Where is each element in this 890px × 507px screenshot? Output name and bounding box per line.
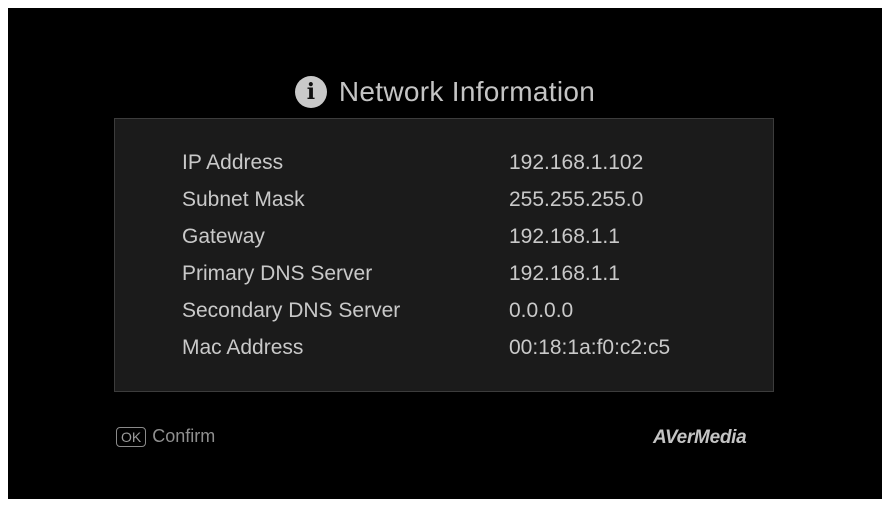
info-label: Mac Address: [182, 336, 304, 359]
confirm-label: Confirm: [152, 426, 216, 446]
confirm-button[interactable]: OK Confirm: [116, 426, 215, 447]
network-info-panel: IP Address 192.168.1.102 Subnet Mask 255…: [114, 118, 774, 392]
dialog-title: i Network Information: [8, 76, 882, 108]
info-row-primary-dns: Primary DNS Server 192.168.1.1: [115, 255, 773, 292]
info-value: 192.168.1.1: [509, 262, 620, 285]
info-value: 192.168.1.102: [509, 151, 644, 174]
info-row-secondary-dns: Secondary DNS Server 0.0.0.0: [115, 292, 773, 329]
info-row-gateway: Gateway 192.168.1.1: [115, 218, 773, 255]
brand-logo: AVerMedia: [653, 427, 747, 448]
info-value: 192.168.1.1: [509, 225, 620, 248]
info-label: IP Address: [182, 151, 284, 174]
info-label: Primary DNS Server: [182, 262, 373, 285]
info-label: Gateway: [182, 225, 265, 248]
info-row-subnet-mask: Subnet Mask 255.255.255.0: [115, 181, 773, 218]
info-value: 00:18:1a:f0:c2:c5: [509, 336, 671, 359]
info-label: Subnet Mask: [182, 188, 305, 211]
info-row-ip-address: IP Address 192.168.1.102: [115, 144, 773, 181]
network-info-screen: i Network Information IP Address 192.168.…: [8, 8, 882, 499]
info-value: 0.0.0.0: [509, 299, 574, 322]
page-title: Network Information: [338, 76, 596, 107]
info-row-mac-address: Mac Address 00:18:1a:f0:c2:c5: [115, 329, 773, 366]
info-label: Secondary DNS Server: [182, 299, 401, 322]
info-value: 255.255.255.0: [509, 188, 644, 211]
ok-key-icon: OK: [116, 426, 147, 447]
info-icon: i: [294, 76, 327, 108]
